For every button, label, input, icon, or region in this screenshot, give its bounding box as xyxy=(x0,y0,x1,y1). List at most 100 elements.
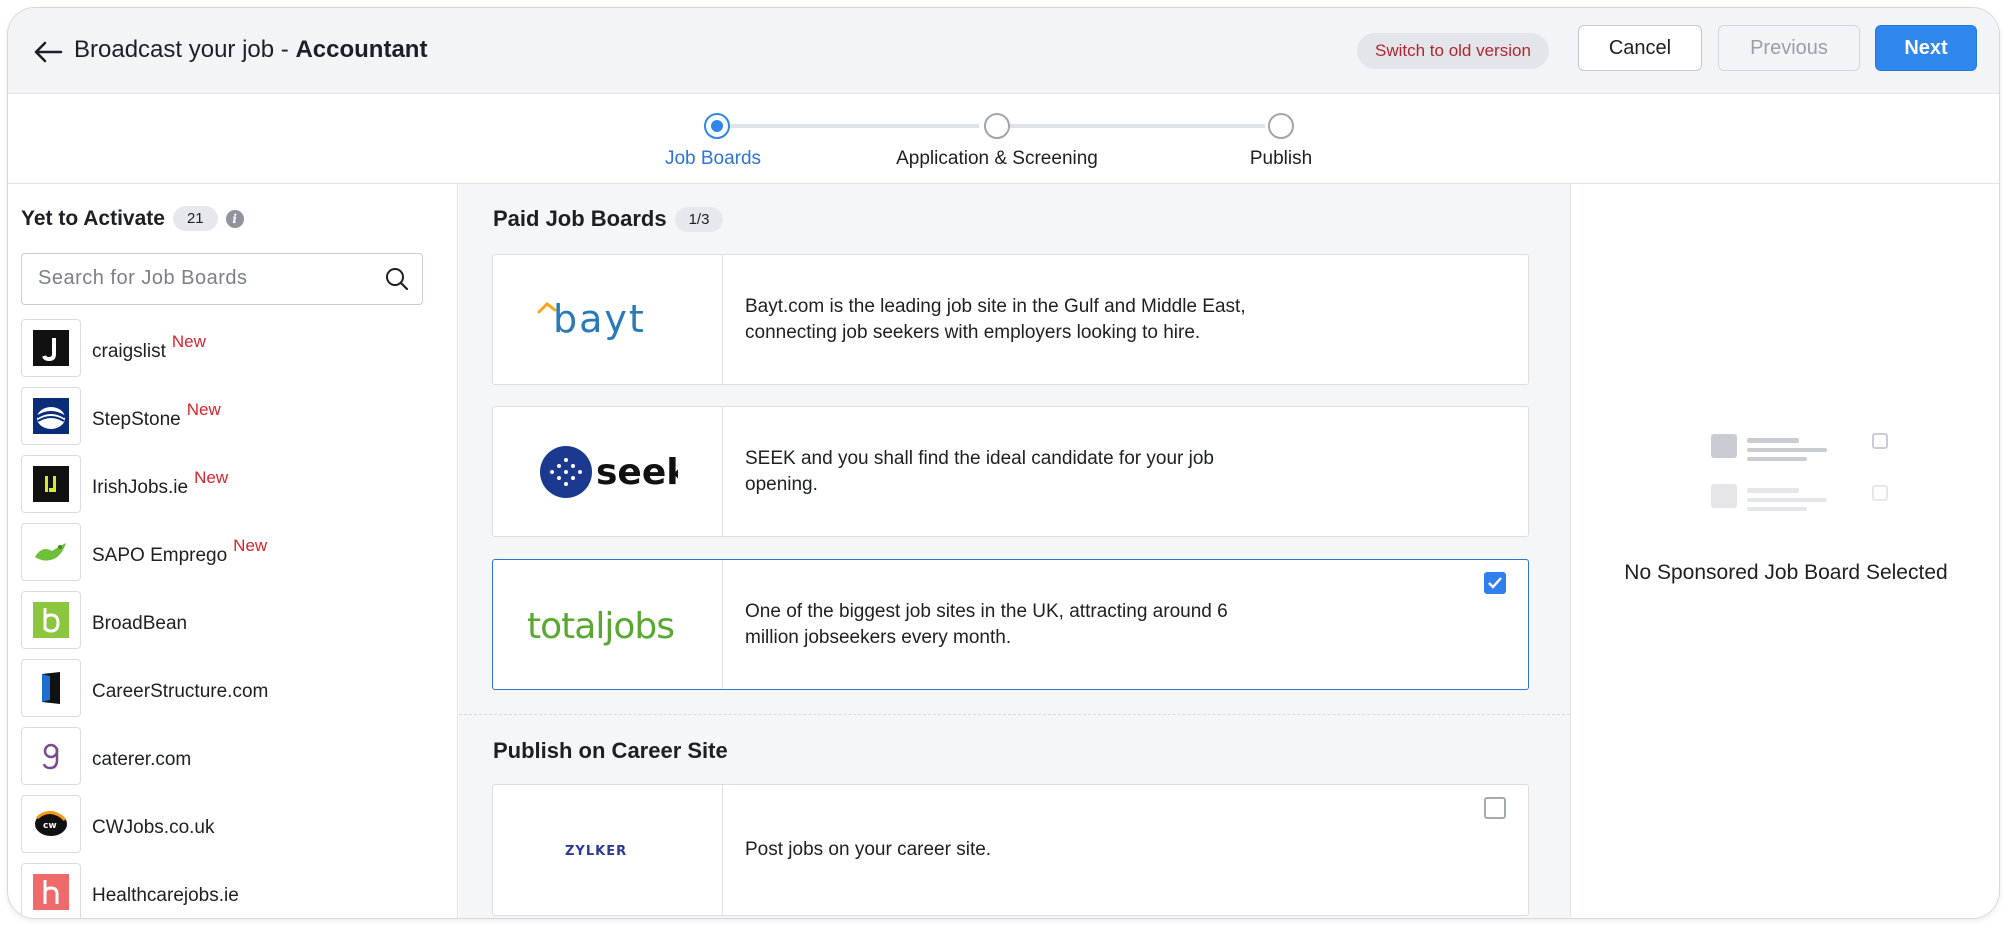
empty-state-text: No Sponsored Job Board Selected xyxy=(1624,561,1948,584)
board-name: caterer.com xyxy=(92,749,191,771)
board-name: CareerStructure.com xyxy=(92,681,268,703)
list-item[interactable]: IrishJobs.ie New xyxy=(21,450,441,518)
job-boards-main: Paid Job Boards 1/3 bayt Bayt.com is the… xyxy=(459,184,1570,918)
board-name: IrishJobs.ie New xyxy=(92,468,228,499)
bayt-logo-text: bayt xyxy=(553,300,646,340)
board-name: SAPO Emprego New xyxy=(92,536,267,567)
header-bar: Broadcast your job - Accountant Switch t… xyxy=(8,8,1999,94)
paid-job-boards-header: Paid Job Boards 1/3 xyxy=(493,206,724,232)
zylker-logo-icon: ZYLKER xyxy=(493,785,723,915)
list-item[interactable]: caterer.com xyxy=(21,722,441,790)
count-badge: 21 xyxy=(172,206,218,231)
step-publish-label[interactable]: Publish xyxy=(1250,148,1312,170)
career-site-header: Publish on Career Site xyxy=(493,738,728,764)
job-board-list: craigslist New StepStone New IrishJobs.ie N… xyxy=(21,314,441,918)
card-description: Post jobs on your career site. xyxy=(723,785,1528,915)
board-name-text: craigslist xyxy=(92,341,166,362)
info-icon[interactable]: i xyxy=(225,209,244,228)
zylker-logo-text: ZYLKER xyxy=(565,844,627,859)
new-tag: New xyxy=(171,332,206,351)
board-name-text: CareerStructure.com xyxy=(92,681,269,702)
checkmark-icon xyxy=(1488,577,1502,589)
list-item[interactable]: BroadBean xyxy=(21,586,441,654)
svg-text:cw: cw xyxy=(43,821,57,831)
select-checkbox-checked[interactable] xyxy=(1484,572,1506,594)
board-name: CWJobs.co.uk xyxy=(92,817,214,839)
search-box xyxy=(21,253,423,305)
totaljobs-logo-text: totaljobs xyxy=(527,606,674,647)
cwjobs-logo-icon: cw xyxy=(21,795,81,853)
card-description: SEEK and you shall find the ideal candid… xyxy=(723,407,1528,536)
list-item[interactable]: SAPO Emprego New xyxy=(21,518,441,586)
board-name-text: SAPO Emprego xyxy=(92,545,228,566)
sapo-logo-icon xyxy=(21,523,81,581)
career-site-card[interactable]: ZYLKER Post jobs on your career site. xyxy=(492,784,1529,916)
empty-list-icon xyxy=(1711,428,1891,523)
stepper-connector xyxy=(729,124,979,128)
board-name-text: IrishJobs.ie xyxy=(92,477,189,498)
back-arrow-icon[interactable] xyxy=(28,32,68,72)
page-title: Broadcast your job - Accountant xyxy=(74,36,427,64)
board-name: StepStone New xyxy=(92,400,221,431)
board-name: Healthcarejobs.ie xyxy=(92,885,239,907)
seek-logo-icon: seek xyxy=(493,407,723,536)
new-tag: New xyxy=(233,536,268,555)
paid-count-badge: 1/3 xyxy=(674,206,724,232)
healthcarejobs-logo-icon xyxy=(21,863,81,918)
seek-logo-text: seek xyxy=(596,452,678,493)
paid-job-boards-title: Paid Job Boards xyxy=(493,206,667,231)
step-application-screening-label[interactable]: Application & Screening xyxy=(896,148,1098,170)
board-name-text: caterer.com xyxy=(92,749,192,770)
board-name: BroadBean xyxy=(92,613,187,635)
yet-to-activate-panel: Yet to Activate 21 i craigslist New xyxy=(8,184,458,918)
board-name-text: StepStone xyxy=(92,409,181,430)
cancel-button[interactable]: Cancel xyxy=(1578,25,1702,71)
totaljobs-logo-icon: totaljobs xyxy=(493,560,723,689)
board-name-text: CWJobs.co.uk xyxy=(92,817,215,838)
new-tag: New xyxy=(186,400,221,419)
list-item[interactable]: CareerStructure.com xyxy=(21,654,441,722)
list-item[interactable]: craigslist New xyxy=(21,314,441,382)
app-window: Broadcast your job - Accountant Switch t… xyxy=(7,7,2000,919)
bayt-logo-icon: bayt xyxy=(493,255,723,384)
careerstructure-logo-icon xyxy=(21,659,81,717)
step-job-boards-dot[interactable] xyxy=(704,113,730,139)
previous-button[interactable]: Previous xyxy=(1718,25,1860,71)
step-job-boards-label[interactable]: Job Boards xyxy=(665,148,761,170)
job-board-card-totaljobs[interactable]: totaljobs One of the biggest job sites i… xyxy=(492,559,1529,690)
yet-to-activate-header: Yet to Activate 21 i xyxy=(21,206,244,231)
card-description-text: One of the biggest job sites in the UK, … xyxy=(745,600,1228,648)
caterer-logo-icon xyxy=(21,727,81,785)
step-application-screening-dot[interactable] xyxy=(984,113,1010,139)
career-site-title: Publish on Career Site xyxy=(493,738,728,763)
section-divider xyxy=(459,714,1570,715)
card-description: One of the biggest job sites in the UK, … xyxy=(723,560,1528,689)
list-item[interactable]: Healthcarejobs.ie xyxy=(21,858,441,918)
card-description-text: Post jobs on your career site. xyxy=(745,839,992,860)
step-publish-dot[interactable] xyxy=(1268,113,1294,139)
job-board-card-bayt[interactable]: bayt Bayt.com is the leading job site in… xyxy=(492,254,1529,385)
card-description-text: SEEK and you shall find the ideal candid… xyxy=(745,447,1214,495)
board-name: craigslist New xyxy=(92,332,206,363)
job-title: Accountant xyxy=(295,36,428,63)
card-description: Bayt.com is the leading job site in the … xyxy=(723,255,1528,384)
card-description-text: Bayt.com is the leading job site in the … xyxy=(745,295,1246,343)
new-tag: New xyxy=(194,468,229,487)
irishjobs-logo-icon xyxy=(21,455,81,513)
stepper-connector xyxy=(1005,124,1265,128)
switch-old-version-button[interactable]: Switch to old version xyxy=(1357,33,1549,69)
select-checkbox[interactable] xyxy=(1484,797,1506,819)
broadbean-logo-icon xyxy=(21,591,81,649)
job-board-card-seek[interactable]: seek SEEK and you shall find the ideal c… xyxy=(492,406,1529,537)
next-button[interactable]: Next xyxy=(1875,25,1977,71)
sponsored-panel: No Sponsored Job Board Selected xyxy=(1570,184,1999,918)
list-item[interactable]: cw CWJobs.co.uk xyxy=(21,790,441,858)
progress-stepper: Job Boards Application & Screening Publi… xyxy=(8,94,1999,184)
yet-to-activate-title: Yet to Activate xyxy=(21,206,165,230)
page-title-prefix: Broadcast your job - xyxy=(74,36,296,63)
stepstone-logo-icon xyxy=(21,387,81,445)
search-icon[interactable] xyxy=(384,266,410,297)
list-item[interactable]: StepStone New xyxy=(21,382,441,450)
board-name-text: BroadBean xyxy=(92,613,188,634)
search-input[interactable] xyxy=(38,267,368,290)
